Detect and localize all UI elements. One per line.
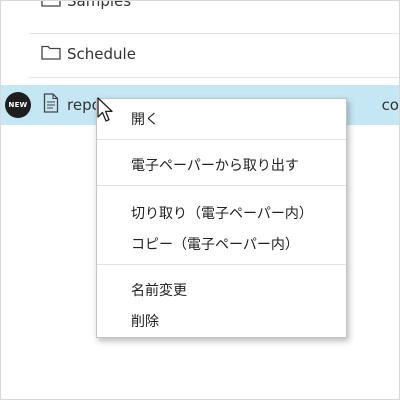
list-item-detail: co [381,96,399,114]
context-menu: 開く 電子ペーパーから取り出す 切り取り（電子ペーパー内） コピー（電子ペーパー… [96,98,347,338]
list-item-samples[interactable]: Samples [1,0,399,20]
folder-icon [41,44,61,64]
menu-item-delete[interactable]: 削除 [131,311,159,331]
menu-item-eject-from-epaper[interactable]: 電子ペーパーから取り出す [131,155,299,175]
row-divider [29,77,399,78]
menu-item-rename[interactable]: 名前変更 [131,280,187,300]
menu-item-cut[interactable]: 切り取り（電子ペーパー内） [131,203,313,223]
new-badge: NEW [5,92,31,118]
mouse-cursor-icon [97,97,115,127]
row-divider [29,33,399,34]
menu-divider [97,264,346,265]
file-browser-window: Samples Schedule NEW repo co 開く 電子ペーパーから… [0,0,400,400]
list-item-label: Schedule [67,45,136,63]
menu-divider [97,139,346,140]
list-item-label: Samples [67,0,132,10]
menu-item-copy[interactable]: コピー（電子ペーパー内） [131,234,299,254]
menu-item-open[interactable]: 開く [131,109,159,129]
menu-divider [97,185,346,186]
list-item-schedule[interactable]: Schedule [1,35,399,73]
document-icon [43,93,59,117]
folder-icon [41,1,61,11]
